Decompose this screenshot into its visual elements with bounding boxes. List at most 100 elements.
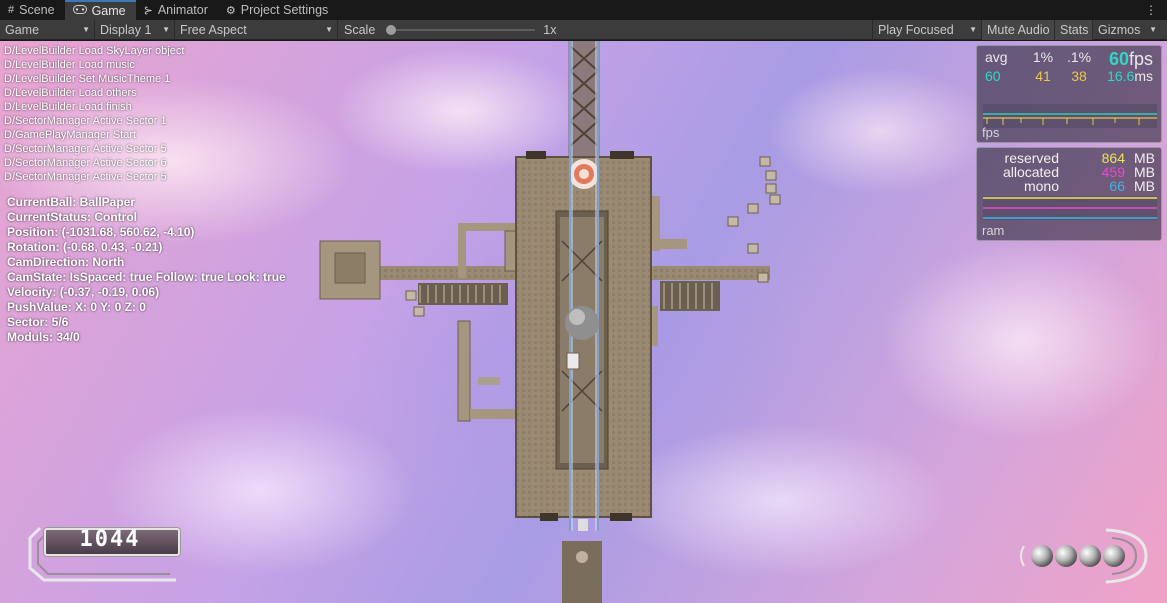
- debug-line: Position: (-1031.68, 560.62, -4.10): [7, 225, 195, 239]
- scale-value: 1x: [543, 22, 557, 37]
- fps-graph: [983, 104, 1157, 128]
- frame-time: 16.6ms: [1097, 68, 1153, 84]
- fps-current-value: 60: [1108, 49, 1129, 69]
- debug-info: CurrentBall: BallPaper CurrentStatus: Co…: [7, 195, 286, 345]
- fps-avg-value: 60: [985, 68, 1001, 84]
- view-mode-label: Game: [5, 22, 40, 37]
- more-options-icon[interactable]: ⋮: [1145, 3, 1157, 17]
- aspect-dropdown[interactable]: Free Aspect ▼: [175, 19, 338, 40]
- display-dropdown[interactable]: Display 1 ▼: [95, 19, 175, 40]
- console-line: D/SectorManager Active Sector 6: [4, 157, 167, 169]
- life-ball-icon: [1079, 545, 1101, 567]
- editor-tab-bar: # Scene Game ⊱ Animator ⚙ Project Settin…: [0, 0, 1167, 20]
- score-value: 1044: [79, 527, 141, 552]
- view-mode-dropdown[interactable]: Game ▼: [0, 19, 95, 40]
- scale-slider-knob[interactable]: [386, 24, 397, 35]
- fps-current: 60fps: [1097, 49, 1153, 70]
- fps-value-row: 60 41 38 16.6ms: [985, 68, 1153, 84]
- ram-row-reserved: reserved 864 MB: [985, 151, 1155, 165]
- debug-line: PushValue: X: 0 Y: 0 Z: 0: [7, 300, 146, 314]
- tab-project-settings[interactable]: ⚙ Project Settings: [218, 0, 338, 20]
- tab-animator-label: Animator: [157, 3, 208, 17]
- life-ball-icon: [1103, 545, 1125, 567]
- debug-line: CamDirection: North: [7, 255, 125, 269]
- play-mode-label: Play Focused: [878, 22, 954, 37]
- console-line: D/SectorManager Active Sector 1: [4, 115, 167, 127]
- tab-scene-label: Scene: [19, 3, 55, 17]
- tab-game[interactable]: Game: [64, 0, 136, 20]
- ram-value: 459: [1101, 164, 1125, 180]
- chevron-down-icon: ▼: [1149, 25, 1157, 34]
- ram-unit: MB: [1134, 150, 1155, 166]
- gizmos-label: Gizmos: [1098, 22, 1141, 37]
- fps-01pct-header: .1%: [1066, 49, 1092, 65]
- tower: [568, 41, 600, 162]
- console-line: D/LevelBuilder Load SkyLayer object: [4, 45, 185, 57]
- lives-hud: [1020, 528, 1148, 584]
- tab-game-label: Game: [91, 4, 126, 18]
- console-line: D/SectorManager Active Sector 5: [4, 171, 167, 183]
- ram-row-allocated: allocated 459 MB: [985, 165, 1155, 179]
- debug-line: Velocity: (-0.37, -0.19, 0.06): [7, 285, 160, 299]
- chevron-down-icon: ▼: [82, 25, 90, 34]
- scale-slider[interactable]: [386, 24, 536, 35]
- chevron-down-icon: ▼: [325, 25, 333, 34]
- ram-label: mono: [1023, 178, 1059, 194]
- gear-icon: ⚙: [225, 4, 236, 17]
- ram-unit: MB: [1134, 178, 1155, 194]
- aspect-label: Free Aspect: [180, 22, 247, 37]
- stats-toggle[interactable]: Stats: [1055, 19, 1093, 40]
- debug-line: Moduls: 34/0: [7, 330, 80, 344]
- scale-label: Scale: [344, 22, 376, 37]
- fps-avg-header: avg: [985, 49, 1008, 65]
- frame-time-unit: ms: [1134, 68, 1153, 84]
- gamepad-icon: [72, 5, 87, 17]
- chevron-down-icon: ▼: [969, 25, 977, 34]
- console-line: D/LevelBuilder Load others: [4, 87, 137, 99]
- ram-label: reserved: [1004, 150, 1059, 166]
- display-label: Display 1: [100, 22, 152, 37]
- mute-audio-label: Mute Audio: [987, 22, 1050, 37]
- life-ball-icon: [1031, 545, 1053, 567]
- score-hud: 1044: [20, 524, 180, 582]
- stats-label: Stats: [1060, 22, 1089, 37]
- debug-line: CurrentBall: BallPaper: [7, 195, 136, 209]
- tab-scene[interactable]: # Scene: [0, 0, 65, 20]
- fps-01pct-value: 38: [1071, 68, 1087, 84]
- ram-row-mono: mono 66 MB: [985, 179, 1155, 193]
- play-mode-dropdown[interactable]: Play Focused ▼: [872, 19, 982, 40]
- ram-unit: MB: [1134, 164, 1155, 180]
- scale-control: Scale 1x: [338, 23, 872, 37]
- console-line: D/LevelBuilder Set MusicTheme 1: [4, 73, 171, 85]
- life-ball-icon: [1055, 545, 1077, 567]
- ram-label: allocated: [1002, 164, 1059, 180]
- mute-audio-toggle[interactable]: Mute Audio: [982, 19, 1055, 40]
- debug-line: Rotation: (-0.68, 0.43, -0.21): [7, 240, 163, 254]
- animator-icon: ⊱: [143, 4, 153, 17]
- ram-caption: ram: [982, 223, 1005, 238]
- game-view-toolbar: Game ▼ Display 1 ▼ Free Aspect ▼ Scale 1…: [0, 19, 1167, 40]
- console-line: D/GamePlayManager Start: [4, 129, 137, 141]
- fps-header-row: avg 1% .1% 60fps: [985, 49, 1153, 70]
- ram-stats-panel: reserved 864 MB allocated 459 MB mono 66…: [976, 147, 1162, 241]
- gizmos-dropdown[interactable]: Gizmos ▼: [1093, 20, 1161, 40]
- ram-value: 66: [1109, 178, 1125, 194]
- fps-stats-panel: avg 1% .1% 60fps 60 41 38 16.6ms fps: [976, 45, 1162, 143]
- fps-caption: fps: [982, 125, 1000, 140]
- chevron-down-icon: ▼: [162, 25, 170, 34]
- tab-project-settings-label: Project Settings: [240, 3, 329, 17]
- debug-line: CamState: IsSpaced: true Follow: true Lo…: [7, 270, 286, 284]
- console-line: D/SectorManager Active Sector 5: [4, 143, 167, 155]
- grid-icon: #: [8, 4, 15, 16]
- debug-line: Sector: 5/6: [7, 315, 69, 329]
- ram-graph: [983, 196, 1157, 220]
- fps-1pct-value: 41: [1035, 68, 1051, 84]
- fps-1pct-header: 1%: [1032, 49, 1054, 65]
- tab-animator[interactable]: ⊱ Animator: [136, 0, 218, 20]
- console-line: D/LevelBuilder Load finish: [4, 101, 132, 113]
- game-viewport[interactable]: D/LevelBuilder Load SkyLayer object D/Le…: [0, 41, 1167, 603]
- console-log: D/LevelBuilder Load SkyLayer object D/Le…: [4, 44, 184, 184]
- console-line: D/LevelBuilder Load music: [4, 59, 135, 71]
- fps-current-unit: fps: [1128, 49, 1153, 69]
- debug-line: CurrentStatus: Control: [7, 210, 137, 224]
